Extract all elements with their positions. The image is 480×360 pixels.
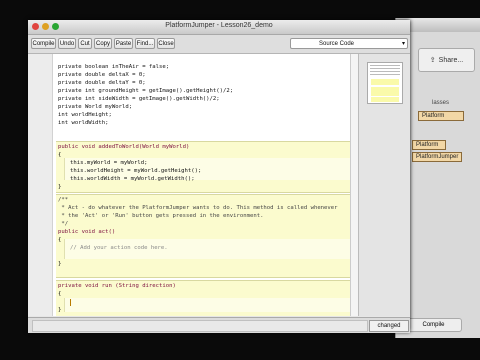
class-item-platform-world[interactable]: Platform bbox=[418, 111, 464, 121]
changed-indicator: changed bbox=[369, 320, 409, 332]
editor-titlebar: PlatformJumper - Lesson26_demo bbox=[28, 20, 410, 35]
vertical-scrollbar[interactable] bbox=[350, 54, 358, 316]
code-line: private boolean inTheAir = false; bbox=[58, 64, 170, 70]
class-item-platform[interactable]: Platform bbox=[412, 140, 446, 150]
close-brace: } bbox=[58, 261, 62, 267]
cut-button[interactable]: Cut bbox=[78, 38, 92, 49]
compile-button[interactable]: Compile bbox=[31, 38, 56, 49]
code-line: private int sideWidth = getImage().getWi… bbox=[58, 96, 220, 102]
share-button[interactable]: ⇪ Share... bbox=[418, 48, 475, 72]
open-brace: { bbox=[58, 237, 62, 243]
code-minimap[interactable] bbox=[367, 62, 403, 104]
open-brace: { bbox=[58, 152, 62, 158]
close-brace: } bbox=[58, 184, 62, 190]
code-line: private double deltaX = 0; bbox=[58, 72, 146, 78]
status-bar: changed bbox=[28, 317, 410, 333]
code-line: this.worldWidth = myWorld.getWidth(); bbox=[70, 176, 195, 182]
open-brace: { bbox=[58, 291, 62, 297]
method-header: private void run (String direction) bbox=[58, 283, 176, 289]
method-header: public void addedToWorld(World myWorld) bbox=[58, 144, 190, 150]
code-line: private World myWorld; bbox=[58, 104, 133, 110]
close-button[interactable]: Close bbox=[157, 38, 175, 49]
code-area[interactable]: private boolean inTheAir = false; privat… bbox=[56, 54, 352, 316]
undo-button[interactable]: Undo bbox=[58, 38, 76, 49]
code-line: private int groundHeight = getImage().ge… bbox=[58, 88, 234, 94]
classes-label: lasses bbox=[432, 100, 450, 106]
doc-comment-line: /** bbox=[58, 197, 69, 203]
window-title: PlatformJumper - Lesson26_demo bbox=[165, 22, 273, 29]
code-line: int worldWidth; bbox=[58, 120, 109, 126]
class-item-platformjumper[interactable]: PlatformJumper bbox=[412, 152, 462, 162]
code-editor[interactable]: private boolean inTheAir = false; privat… bbox=[28, 54, 359, 316]
code-line: this.myWorld = myWorld; bbox=[70, 160, 148, 166]
doc-comment-line: * the 'Act' or 'Run' button gets pressed… bbox=[58, 213, 264, 219]
compile-all-button[interactable]: Compile bbox=[405, 318, 462, 332]
copy-button[interactable]: Copy bbox=[94, 38, 112, 49]
status-message bbox=[32, 320, 368, 332]
code-line: this.worldHeight = myWorld.getHeight(); bbox=[70, 168, 202, 174]
doc-comment-line: * Act - do whatever the PlatformJumper w… bbox=[58, 205, 338, 211]
close-brace: } bbox=[58, 307, 62, 313]
editor-toolbar: Compile Undo Cut Copy Paste Find... Clos… bbox=[28, 35, 410, 54]
view-select[interactable]: Source Code ▾ bbox=[290, 38, 408, 49]
view-select-value: Source Code bbox=[319, 40, 355, 47]
find-button[interactable]: Find... bbox=[135, 38, 155, 49]
method-body-scope bbox=[64, 298, 351, 312]
editor-window: PlatformJumper - Lesson26_demo Compile U… bbox=[28, 20, 410, 333]
code-overview-panel[interactable] bbox=[359, 54, 410, 316]
chevron-down-icon: ▾ bbox=[401, 41, 405, 47]
code-line: private double deltaY = 0; bbox=[58, 80, 146, 86]
method-header: public void act() bbox=[58, 229, 116, 235]
share-label: Share... bbox=[438, 56, 464, 64]
share-icon: ⇪ bbox=[429, 57, 436, 64]
code-line: int worldHeight; bbox=[58, 112, 112, 118]
text-cursor bbox=[70, 299, 71, 306]
code-comment: // Add your action code here. bbox=[70, 245, 168, 251]
doc-comment-line: */ bbox=[58, 221, 69, 227]
paste-button[interactable]: Paste bbox=[114, 38, 133, 49]
line-gutter bbox=[28, 54, 53, 316]
